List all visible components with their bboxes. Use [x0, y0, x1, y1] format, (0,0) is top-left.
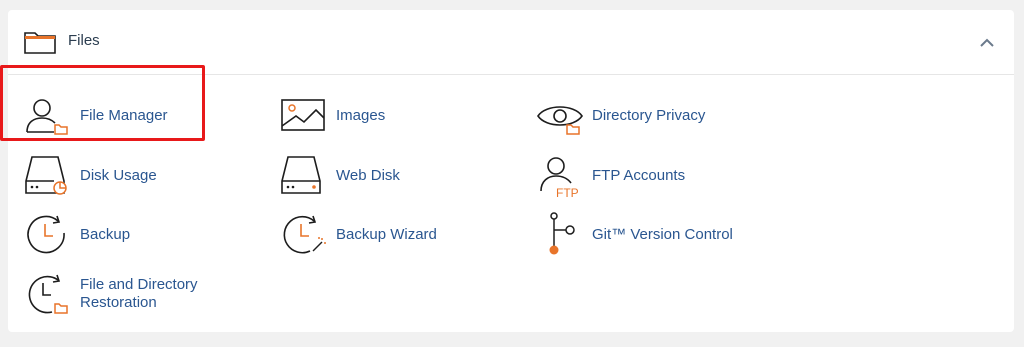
item-label: Web Disk: [336, 167, 400, 184]
backup-wizard-icon: [283, 215, 326, 254]
file-manager-highlight-box: [0, 65, 205, 141]
backup-wizard-link[interactable]: Backup Wizard: [280, 213, 460, 257]
ftp-accounts-icon: FTP: [540, 157, 579, 199]
restoration-icon: [28, 274, 68, 314]
item-label: FTP Accounts: [592, 167, 686, 184]
web-disk-icon: [281, 156, 321, 194]
folder-icon: [24, 32, 56, 54]
section-title: Files: [68, 32, 100, 49]
disk-usage-icon: [25, 156, 67, 195]
web-disk-link[interactable]: Web Disk: [280, 155, 460, 197]
backup-icon: [27, 215, 65, 254]
git-version-control-link[interactable]: Git™ Version Control: [536, 210, 756, 256]
file-directory-restoration-link[interactable]: File and Directory Restoration: [24, 272, 224, 318]
item-label: Disk Usage: [80, 167, 157, 184]
item-label: Git™ Version Control: [592, 226, 733, 243]
item-label: Backup Wizard: [336, 226, 437, 243]
ftp-icon-text: FTP: [556, 186, 579, 199]
directory-privacy-link[interactable]: Directory Privacy: [536, 96, 736, 136]
files-panel: Files File Manager Images Directory Priv…: [8, 10, 1014, 332]
backup-link[interactable]: Backup: [24, 213, 204, 257]
git-icon: [549, 212, 575, 255]
images-link[interactable]: Images: [280, 96, 460, 136]
item-label: Directory Privacy: [592, 107, 706, 124]
directory-privacy-icon: [537, 106, 583, 135]
item-label: Images: [336, 107, 386, 124]
images-icon: [281, 99, 325, 131]
ftp-accounts-link[interactable]: FTP FTP Accounts: [536, 155, 736, 199]
item-label: File and Directory Restoration: [80, 276, 198, 311]
item-label: Backup: [80, 226, 131, 243]
chevron-up-icon[interactable]: [976, 32, 998, 54]
disk-usage-link[interactable]: Disk Usage: [24, 155, 204, 197]
